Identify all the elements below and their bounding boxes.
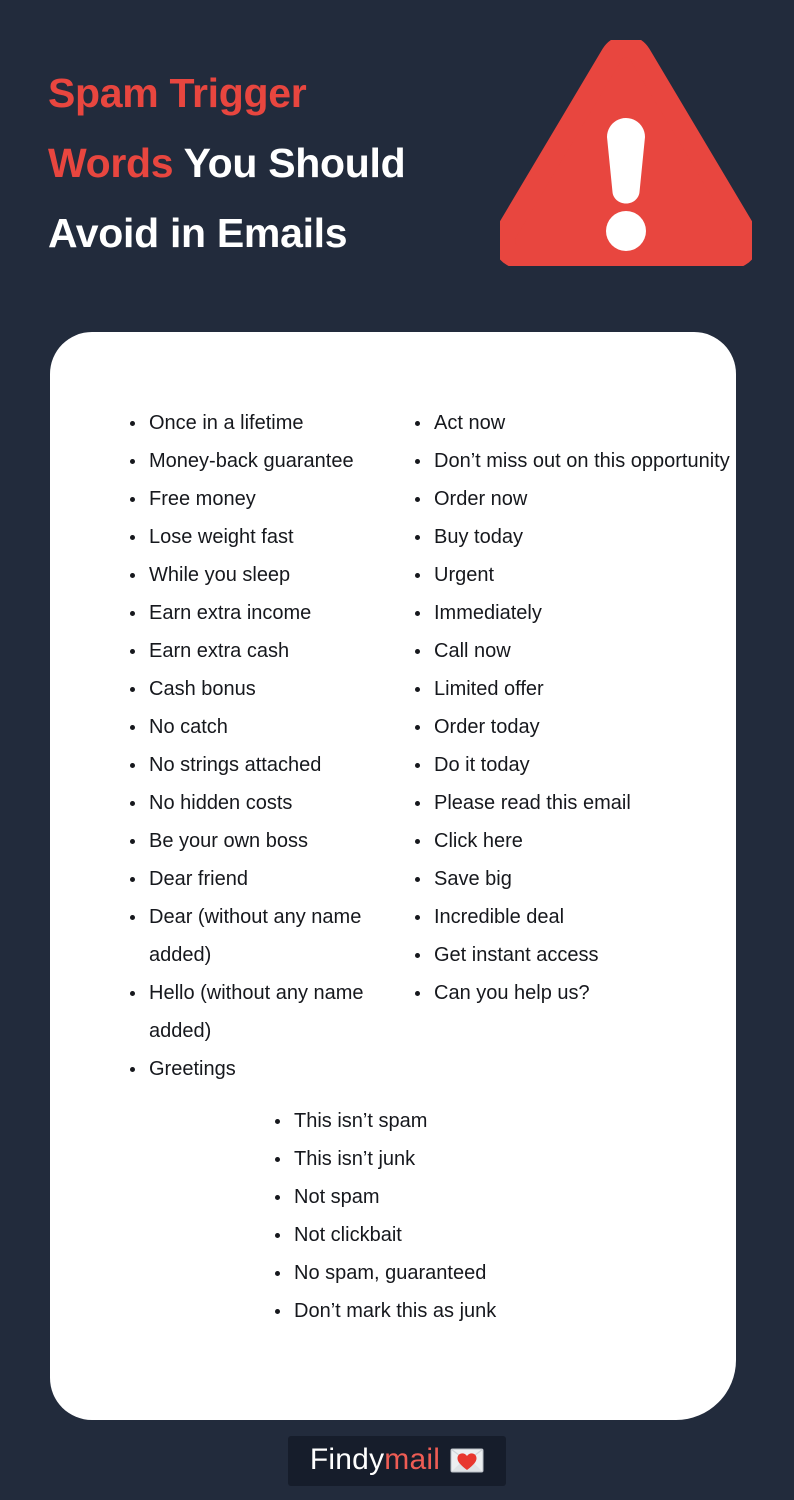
list-item: Dear (without any name added) <box>125 898 390 974</box>
list-item: Once in a lifetime <box>125 404 390 442</box>
brand-name-findy: Findy <box>309 1443 385 1476</box>
list-item: Don’t miss out on this opportunity <box>410 442 736 480</box>
right-column: Act now Don’t miss out on this opportunit… <box>390 404 736 1012</box>
footer: Findymail <box>0 1436 794 1486</box>
list-item: This isn’t spam <box>270 1102 670 1140</box>
list-item: This isn’t junk <box>270 1140 670 1178</box>
list-item: Act now <box>410 404 736 442</box>
list-item: Lose weight fast <box>125 518 390 556</box>
list-item: Don’t mark this as junk <box>270 1292 670 1330</box>
list-item: Incredible deal <box>410 898 736 936</box>
page-title: Spam Trigger Words You Should Avoid in Ema… <box>48 58 488 268</box>
brand-name-mail: mail <box>384 1443 441 1476</box>
list-item: Urgent <box>410 556 736 594</box>
two-column-lists: Once in a lifetime Money-back guarantee Fr… <box>50 404 736 1088</box>
list-item: Save big <box>410 860 736 898</box>
spam-word-list-left: Once in a lifetime Money-back guarantee Fr… <box>125 404 390 1088</box>
list-item: Greetings <box>125 1050 390 1088</box>
list-item: Order today <box>410 708 736 746</box>
list-item: No hidden costs <box>125 784 390 822</box>
list-item: Get instant access <box>410 936 736 974</box>
list-item: Order now <box>410 480 736 518</box>
spam-word-list-bottom: This isn’t spam This isn’t junk Not spam No… <box>270 1102 670 1330</box>
list-item: Hello (without any name added) <box>125 974 390 1050</box>
list-item: Can you help us? <box>410 974 736 1012</box>
spam-word-list-right: Act now Don’t miss out on this opportunit… <box>410 404 736 1012</box>
warning-triangle-icon <box>500 40 752 266</box>
list-item: Be your own boss <box>125 822 390 860</box>
list-item: Dear friend <box>125 860 390 898</box>
page-title-line1-red: Spam Trigger <box>48 70 307 116</box>
list-item: Earn extra income <box>125 594 390 632</box>
bottom-column: This isn’t spam This isn’t junk Not spam No… <box>270 1102 670 1330</box>
list-item: Earn extra cash <box>125 632 390 670</box>
list-item: Call now <box>410 632 736 670</box>
list-item: Money-back guarantee <box>125 442 390 480</box>
list-item: Do it today <box>410 746 736 784</box>
love-letter-envelope-icon <box>450 1448 484 1472</box>
findymail-logo[interactable]: Findymail <box>287 1436 507 1486</box>
page-title-line2-red: Words <box>48 140 174 186</box>
brand-name: Findymail <box>310 1445 440 1475</box>
list-item: No strings attached <box>125 746 390 784</box>
list-item: Limited offer <box>410 670 736 708</box>
list-item: Free money <box>125 480 390 518</box>
list-item: Not spam <box>270 1178 670 1216</box>
list-item: Not clickbait <box>270 1216 670 1254</box>
list-item: Buy today <box>410 518 736 556</box>
list-item: Click here <box>410 822 736 860</box>
left-column: Once in a lifetime Money-back guarantee Fr… <box>50 404 390 1088</box>
page-title-line2-white: You Should <box>173 140 406 186</box>
content-card: Once in a lifetime Money-back guarantee Fr… <box>50 332 736 1420</box>
list-item: While you sleep <box>125 556 390 594</box>
list-item: Cash bonus <box>125 670 390 708</box>
list-item: Immediately <box>410 594 736 632</box>
header: Spam Trigger Words You Should Avoid in Ema… <box>0 0 794 300</box>
page-title-line3-white: Avoid in Emails <box>48 210 348 256</box>
list-item: No catch <box>125 708 390 746</box>
list-item: No spam, guaranteed <box>270 1254 670 1292</box>
list-item: Please read this email <box>410 784 736 822</box>
